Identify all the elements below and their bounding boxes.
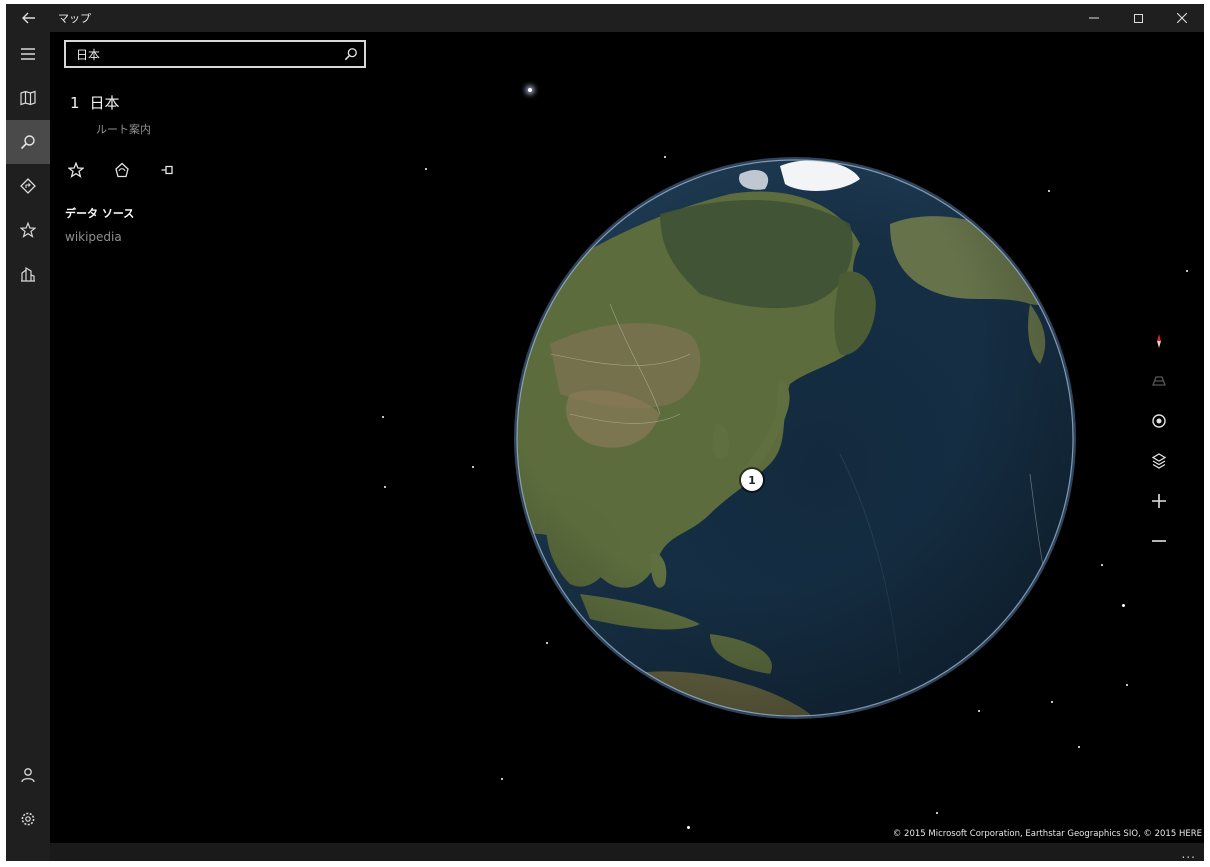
star <box>382 416 384 418</box>
close-button[interactable] <box>1160 4 1204 32</box>
hamburger-icon <box>21 48 35 60</box>
compass-button[interactable] <box>1144 326 1174 356</box>
tilt-icon <box>1152 376 1166 386</box>
tilt-button[interactable] <box>1144 366 1174 396</box>
nav-map-button[interactable] <box>6 76 50 120</box>
title-bar: マップ <box>6 4 1204 32</box>
star <box>1101 564 1103 566</box>
share-icon <box>115 162 129 178</box>
search-submit-button[interactable] <box>338 42 364 66</box>
pin-to-start-button[interactable] <box>158 160 204 180</box>
nav-account-button[interactable] <box>6 753 50 797</box>
map-globe[interactable] <box>510 154 1080 722</box>
pin-icon <box>161 165 173 175</box>
person-icon <box>21 768 35 783</box>
layers-icon <box>1151 453 1167 469</box>
directions-link[interactable]: ルート案内 <box>96 121 151 137</box>
city-icon <box>21 266 35 282</box>
bottom-app-bar <box>50 843 1204 861</box>
star <box>687 826 690 829</box>
result-title[interactable]: 1 日本 <box>70 92 120 113</box>
zoom-in-icon <box>1152 494 1166 508</box>
nav-3d-cities-button[interactable] <box>6 252 50 296</box>
result-name: 日本 <box>89 94 120 112</box>
location-icon <box>1152 414 1166 428</box>
zoom-out-icon <box>1152 540 1166 542</box>
zoom-out-button[interactable] <box>1144 526 1174 556</box>
more-button[interactable]: ... <box>1182 847 1196 861</box>
data-source-link[interactable]: wikipedia <box>65 230 122 244</box>
star <box>1186 270 1188 272</box>
nav-directions-button[interactable] <box>6 164 50 208</box>
search-input[interactable] <box>66 42 338 66</box>
minimize-button[interactable] <box>1072 4 1116 32</box>
minimize-icon <box>1089 17 1099 19</box>
close-icon <box>1177 13 1187 23</box>
show-location-button[interactable] <box>1144 406 1174 436</box>
compass-icon <box>1157 334 1161 348</box>
star <box>936 812 938 814</box>
star <box>472 466 474 468</box>
map-icon <box>20 90 36 106</box>
search-box <box>64 40 366 68</box>
star <box>528 88 532 92</box>
back-button[interactable] <box>6 4 52 32</box>
maximize-button[interactable] <box>1116 4 1160 32</box>
nav-search-button[interactable] <box>6 120 50 164</box>
result-number: 1 <box>70 94 80 112</box>
favorite-button[interactable] <box>66 160 112 180</box>
maps-window: マップ 日本 1 日本 ルート案内 データ ソース wikipedia 1 © … <box>6 4 1204 861</box>
earth-globe <box>514 157 1076 719</box>
star <box>1122 604 1125 607</box>
search-icon <box>20 135 35 150</box>
arrow-left-icon <box>22 12 35 24</box>
star <box>501 778 503 780</box>
share-button[interactable] <box>112 160 158 180</box>
map-views-button[interactable] <box>1144 446 1174 476</box>
star <box>384 486 386 488</box>
star <box>1078 746 1080 748</box>
window-title: マップ <box>58 12 91 25</box>
gear-icon <box>21 812 35 826</box>
window-controls <box>1072 4 1204 32</box>
star <box>1126 684 1128 686</box>
nav-favorites-button[interactable] <box>6 208 50 252</box>
maximize-icon <box>1133 13 1143 23</box>
map-copyright: © 2015 Microsoft Corporation, Earthstar … <box>892 829 1202 839</box>
nav-menu-button[interactable] <box>6 32 50 76</box>
search-icon <box>344 48 357 61</box>
star-icon <box>68 162 84 178</box>
star-icon <box>20 222 36 238</box>
zoom-in-button[interactable] <box>1144 486 1174 516</box>
nav-rail <box>6 32 50 861</box>
directions-icon <box>20 178 36 194</box>
map-pin[interactable]: 1 <box>741 469 763 491</box>
data-source-label: データ ソース <box>65 207 135 220</box>
nav-settings-button[interactable] <box>6 797 50 841</box>
star <box>425 168 427 170</box>
result-actions <box>66 160 204 180</box>
